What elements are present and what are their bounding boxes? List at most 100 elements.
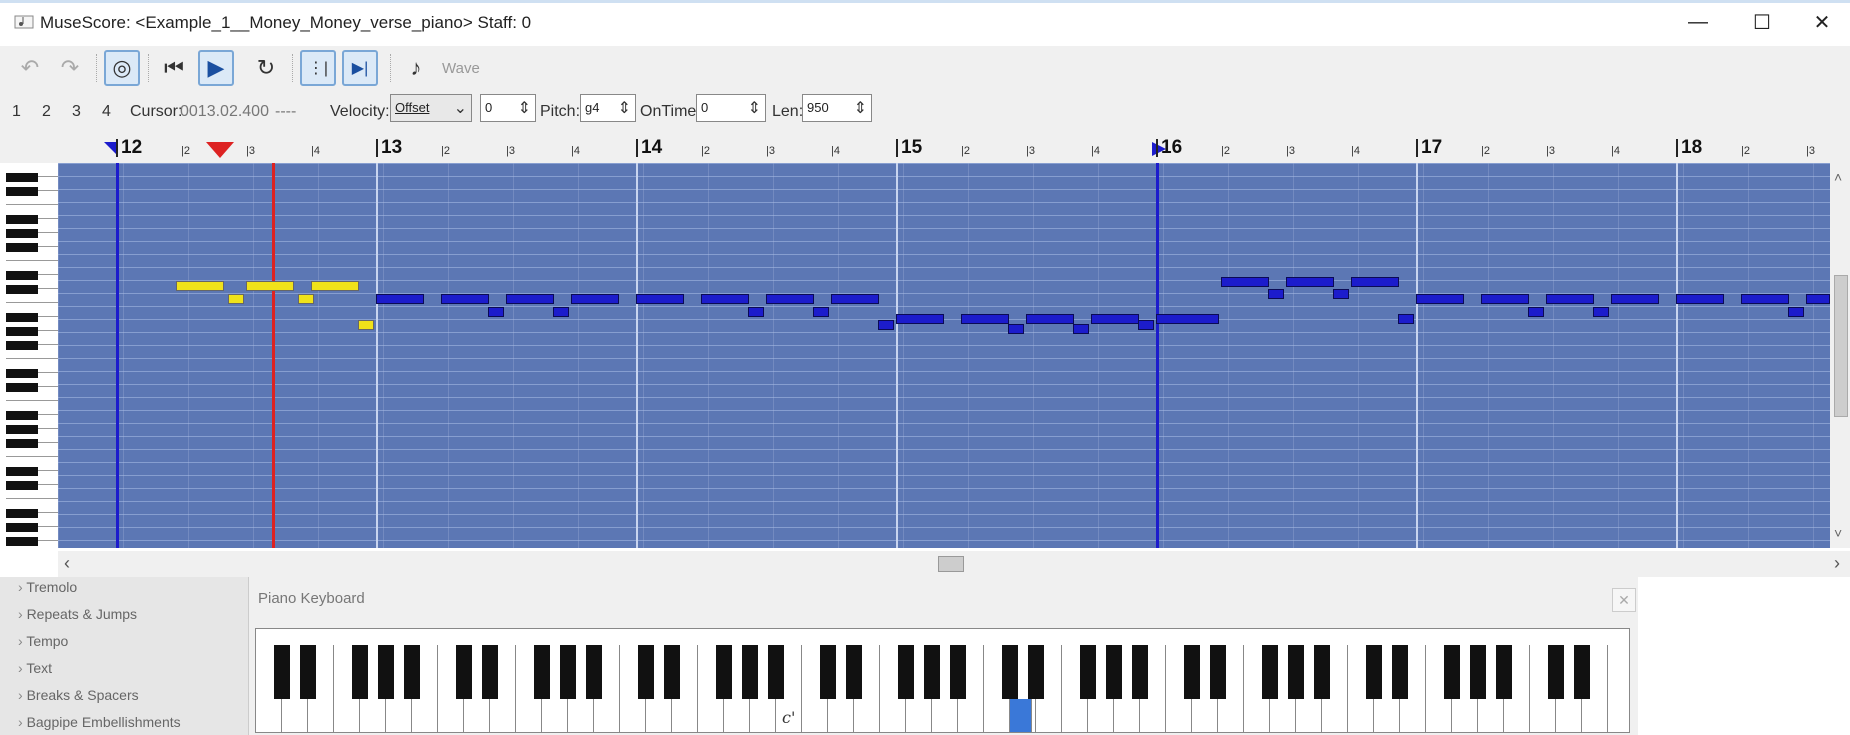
- selected-note[interactable]: [311, 281, 359, 291]
- keyboard-black-key[interactable]: [1574, 645, 1590, 699]
- voice-1-button[interactable]: 1: [12, 103, 21, 121]
- selected-note[interactable]: [175, 281, 224, 291]
- keyboard-black-key[interactable]: [846, 645, 862, 699]
- selected-note[interactable]: [298, 294, 314, 304]
- keyboard-black-key[interactable]: [300, 645, 316, 699]
- keyboard-black-key[interactable]: [1132, 645, 1148, 699]
- selected-note[interactable]: [227, 294, 244, 304]
- ontime-spinbox[interactable]: 0 ⇕: [696, 94, 766, 122]
- loop-out-icon[interactable]: ▶|: [342, 50, 378, 86]
- note[interactable]: [896, 313, 944, 324]
- keyboard-black-key[interactable]: [1314, 645, 1330, 699]
- redo-icon[interactable]: ↷: [52, 50, 88, 86]
- note[interactable]: [701, 294, 749, 304]
- note[interactable]: [1611, 294, 1659, 304]
- keyboard-black-key[interactable]: [456, 645, 472, 699]
- len-spinbox[interactable]: 950 ⇕: [802, 94, 872, 122]
- piano-black-key[interactable]: [6, 425, 38, 434]
- keyboard-black-key[interactable]: [638, 645, 654, 699]
- note[interactable]: [1481, 294, 1529, 304]
- note[interactable]: [506, 294, 554, 304]
- highlighted-key[interactable]: [1010, 699, 1032, 732]
- palette-item[interactable]: › Tremolo: [18, 579, 77, 595]
- keyboard-black-key[interactable]: [1002, 645, 1018, 699]
- note[interactable]: [877, 320, 894, 330]
- keyboard-black-key[interactable]: [1028, 645, 1044, 699]
- keyboard-black-key[interactable]: [950, 645, 966, 699]
- note[interactable]: [1416, 294, 1464, 304]
- note[interactable]: [1351, 277, 1399, 288]
- scroll-down-icon[interactable]: ˅: [1834, 525, 1842, 541]
- vertical-scrollbar[interactable]: ˄ ˅: [1830, 163, 1850, 548]
- piano-black-key[interactable]: [6, 523, 38, 532]
- keyboard-black-key[interactable]: [378, 645, 394, 699]
- piano-keyboard[interactable]: c': [255, 628, 1630, 733]
- keyboard-black-key[interactable]: [716, 645, 732, 699]
- note[interactable]: [812, 307, 829, 317]
- note[interactable]: [1221, 277, 1269, 288]
- note[interactable]: [571, 294, 619, 304]
- note[interactable]: [1676, 294, 1724, 304]
- keyboard-black-key[interactable]: [742, 645, 758, 699]
- note[interactable]: [1286, 277, 1334, 288]
- selected-note[interactable]: [246, 281, 294, 291]
- playhead-marker-icon[interactable]: [206, 142, 234, 163]
- velocity-mode-select[interactable]: Offset ⌄: [390, 94, 472, 122]
- minimize-button[interactable]: —: [1676, 6, 1720, 38]
- keyboard-black-key[interactable]: [768, 645, 784, 699]
- keyboard-black-key[interactable]: [664, 645, 680, 699]
- keyboard-black-key[interactable]: [1366, 645, 1382, 699]
- horizontal-scroll-thumb[interactable]: [938, 556, 964, 572]
- note[interactable]: [376, 294, 424, 304]
- keyboard-black-key[interactable]: [560, 645, 576, 699]
- metronome-icon[interactable]: ♪: [398, 50, 434, 86]
- piano-black-key[interactable]: [6, 341, 38, 350]
- keyboard-black-key[interactable]: [1080, 645, 1096, 699]
- voice-3-button[interactable]: 3: [72, 103, 81, 121]
- loop-in-icon[interactable]: ⋮|: [300, 50, 336, 86]
- close-icon[interactable]: ✕: [1612, 588, 1636, 612]
- piano-black-key[interactable]: [6, 327, 38, 336]
- note[interactable]: [1332, 288, 1349, 299]
- keyboard-black-key[interactable]: [1392, 645, 1408, 699]
- loop-in-line[interactable]: [116, 163, 119, 548]
- piano-black-key[interactable]: [6, 467, 38, 476]
- piano-roll-grid[interactable]: [58, 163, 1830, 548]
- note[interactable]: [766, 294, 814, 304]
- note[interactable]: [1156, 313, 1220, 324]
- piano-black-key[interactable]: [6, 383, 38, 392]
- note[interactable]: [1137, 320, 1154, 330]
- note[interactable]: [1397, 313, 1414, 324]
- keyboard-black-key[interactable]: [1288, 645, 1304, 699]
- undo-icon[interactable]: ↶: [12, 50, 48, 86]
- keyboard-black-key[interactable]: [1548, 645, 1564, 699]
- note[interactable]: [1072, 323, 1089, 334]
- piano-black-key[interactable]: [6, 187, 38, 196]
- palette-item[interactable]: › Text: [18, 660, 52, 676]
- note[interactable]: [1592, 307, 1609, 317]
- note[interactable]: [1787, 307, 1804, 317]
- horizontal-scrollbar[interactable]: ‹ ›: [58, 551, 1850, 577]
- loop-icon[interactable]: ↻: [248, 50, 284, 86]
- vertical-scroll-thumb[interactable]: [1834, 275, 1848, 417]
- keyboard-black-key[interactable]: [352, 645, 368, 699]
- loop-out-line[interactable]: [1156, 163, 1159, 548]
- note[interactable]: [1527, 307, 1544, 317]
- note[interactable]: [1546, 294, 1594, 304]
- piano-black-key[interactable]: [6, 243, 38, 252]
- voice-4-button[interactable]: 4: [102, 103, 111, 121]
- keyboard-black-key[interactable]: [274, 645, 290, 699]
- play-icon[interactable]: ▶: [198, 50, 234, 86]
- keyboard-black-key[interactable]: [586, 645, 602, 699]
- keyboard-black-key[interactable]: [1106, 645, 1122, 699]
- piano-black-key[interactable]: [6, 173, 38, 182]
- pitch-spinbox[interactable]: g4 ⇕: [580, 94, 636, 122]
- note[interactable]: [1091, 313, 1139, 324]
- palette-item[interactable]: › Repeats & Jumps: [18, 606, 137, 622]
- selected-note[interactable]: [357, 320, 374, 330]
- playhead-line[interactable]: [272, 163, 275, 548]
- keyboard-black-key[interactable]: [898, 645, 914, 699]
- note[interactable]: [441, 294, 489, 304]
- note[interactable]: [747, 307, 764, 317]
- note[interactable]: [1007, 323, 1024, 334]
